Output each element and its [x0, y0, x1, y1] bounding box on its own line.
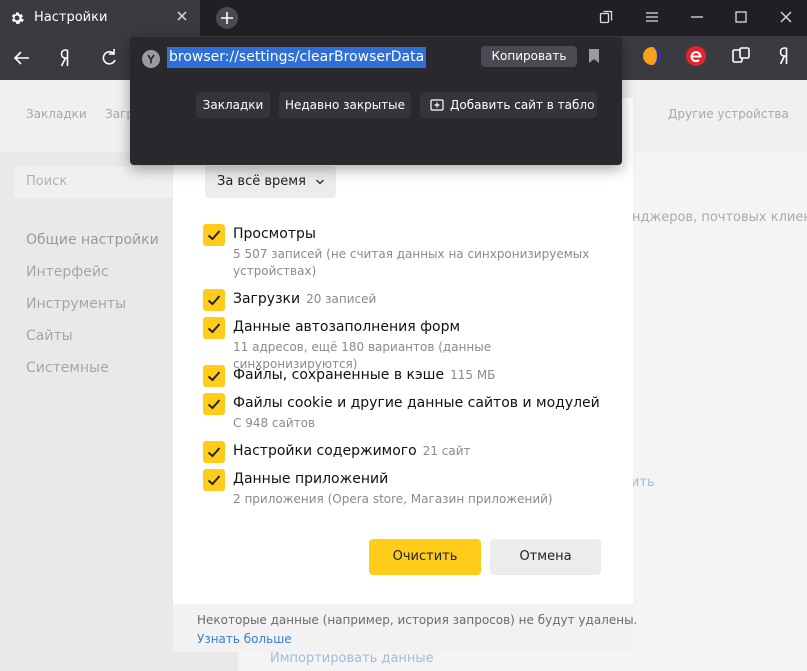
plus-icon — [221, 12, 233, 24]
reload-icon[interactable] — [97, 46, 121, 70]
copy-url-button[interactable]: Копировать — [481, 46, 577, 67]
learn-more-link[interactable]: Узнать больше — [197, 632, 292, 646]
checkbox[interactable] — [203, 393, 225, 415]
yandex-logo-icon[interactable] — [54, 46, 78, 70]
item-label: Загрузки — [233, 291, 301, 307]
yandex-badge-icon — [142, 50, 160, 68]
minimize-icon[interactable] — [690, 10, 704, 24]
background-link[interactable]: ить — [631, 475, 655, 490]
dialog-footer: Некоторые данные (например, история запр… — [173, 604, 637, 652]
pages-icon[interactable] — [599, 10, 613, 24]
item-label: Файлы, сохраненные в кэше — [233, 367, 445, 383]
new-tab-button[interactable] — [216, 7, 238, 29]
bookmarks-chip[interactable]: Закладки — [196, 92, 270, 118]
clear-button[interactable]: Очистить — [369, 539, 481, 575]
item-label: Файлы cookie и другие данные сайтов и мо… — [233, 395, 600, 411]
item-details: С 948 сайтов — [233, 416, 316, 430]
bookmark-icon[interactable] — [588, 48, 600, 64]
nav-link[interactable]: Другие устройства — [668, 107, 789, 121]
item-label: Данные автозаполнения форм — [233, 319, 461, 335]
checkmark-icon — [207, 475, 221, 486]
recently-closed-chip[interactable]: Недавно закрытые — [279, 92, 411, 118]
tab-title: Настройки — [34, 10, 108, 25]
item-details: 2 приложения (Opera store, Магазин прило… — [233, 492, 553, 506]
item-label: Данные приложений — [233, 471, 389, 487]
tab-settings[interactable]: Настройки — [0, 0, 200, 36]
address-input[interactable]: browser://settings/clearBrowserData — [167, 47, 427, 68]
checkbox[interactable] — [203, 224, 225, 246]
item-count: 115 МБ — [450, 368, 496, 382]
import-data-link[interactable]: Импортировать данные — [270, 651, 434, 666]
search-placeholder: Поиск — [26, 174, 68, 189]
checkmark-icon — [207, 295, 221, 306]
checkbox[interactable] — [203, 441, 225, 463]
background-text: нджеров, почтовых клиен — [632, 210, 807, 225]
checkbox[interactable] — [203, 365, 225, 387]
extension-icon[interactable] — [640, 44, 664, 68]
item-details: 5 507 записей (не считая данных на синхр… — [233, 247, 590, 278]
chip-label: Добавить сайт в табло — [450, 98, 595, 112]
close-icon[interactable] — [176, 10, 188, 22]
checkmark-icon — [207, 447, 221, 458]
add-tile-icon — [430, 99, 444, 111]
close-window-icon[interactable] — [779, 10, 793, 24]
address-bar-popup: browser://settings/clearBrowserData Копи… — [130, 37, 622, 165]
checkmark-icon — [207, 399, 221, 410]
item-count: 21 сайт — [422, 444, 471, 458]
checkbox[interactable] — [203, 289, 225, 311]
clear-browser-data-dialog: За всё время Просмотры 5 507 записей (не… — [173, 98, 637, 652]
time-range-value: За всё время — [217, 174, 306, 189]
sidebar-item-general[interactable]: Общие настройки — [26, 232, 159, 248]
cancel-button[interactable]: Отмена — [490, 539, 601, 575]
sidebar-item-sites[interactable]: Сайты — [26, 328, 73, 344]
tab-bar: Настройки — [0, 0, 807, 36]
item-count: 20 записей — [306, 292, 377, 306]
time-range-select[interactable]: За всё время — [205, 166, 336, 198]
extension-icon[interactable] — [684, 44, 708, 68]
checkmark-icon — [207, 371, 221, 382]
checkmark-icon — [207, 230, 221, 241]
item-label: Настройки содержимого — [233, 443, 417, 459]
checkbox[interactable] — [203, 469, 225, 491]
sidebar-item-system[interactable]: Системные — [26, 360, 109, 376]
collections-icon[interactable] — [729, 44, 753, 68]
add-site-to-dashboard-chip[interactable]: Добавить сайт в табло — [420, 92, 597, 118]
back-arrow-icon[interactable] — [10, 46, 34, 70]
checkbox[interactable] — [203, 317, 225, 339]
item-label: Просмотры — [233, 226, 316, 242]
gear-icon — [11, 12, 24, 24]
menu-icon[interactable] — [645, 10, 659, 24]
nav-link[interactable]: Закладки — [26, 107, 87, 121]
yandex-logo-icon[interactable] — [773, 44, 797, 68]
footer-note: Некоторые данные (например, история запр… — [197, 613, 638, 627]
checkmark-icon — [207, 323, 221, 334]
chevron-down-icon — [316, 179, 324, 185]
maximize-icon[interactable] — [734, 10, 748, 24]
sidebar-item-interface[interactable]: Интерфейс — [26, 264, 109, 280]
sidebar-item-tools[interactable]: Инструменты — [26, 296, 126, 312]
